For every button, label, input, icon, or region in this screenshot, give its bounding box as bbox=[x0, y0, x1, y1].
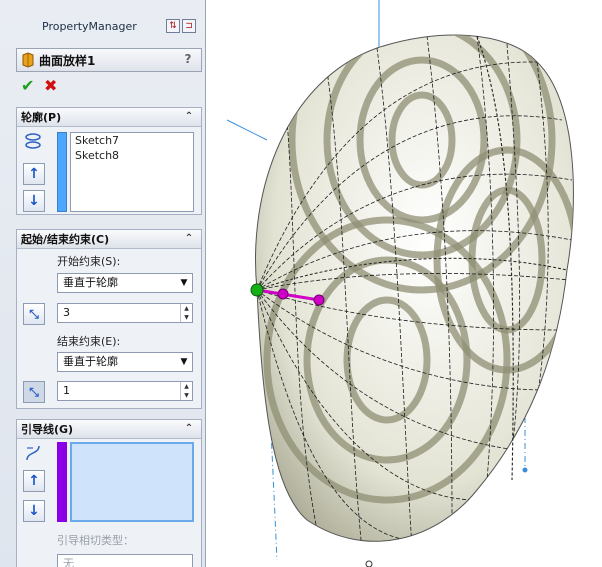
sketch-point bbox=[365, 560, 373, 567]
guide-curves-group: 引导线(G) ⌃ ↑ ↓ 引导相切类型： 无 bbox=[16, 419, 202, 567]
end-constraint-label: 结束约束(E): bbox=[57, 335, 121, 348]
start-constraint-select[interactable]: 垂直于轮廓 ▼ bbox=[57, 273, 193, 293]
property-manager-panel: PropertyManager ⇅ ⊐ 曲面放样1 ? ✔ ✖ 轮廓(P) ⌃ … bbox=[0, 0, 206, 567]
end-constraint-value: 垂直于轮廓 bbox=[63, 355, 118, 368]
dock-icon[interactable]: ⊐ bbox=[182, 19, 196, 33]
sketch-point bbox=[522, 467, 528, 473]
surface-loft-icon bbox=[22, 52, 34, 68]
axis-line bbox=[226, 119, 268, 141]
constraints-group: 起始/结束约束(C) ⌃ 开始约束(S): 垂直于轮廓 ▼ ⤡ 3 ▲ ▼ 结束约… bbox=[16, 229, 202, 409]
list-item[interactable]: Sketch8 bbox=[71, 148, 193, 163]
pin-icon[interactable]: ⇅ bbox=[166, 19, 180, 33]
guide-curve-icon bbox=[22, 444, 44, 466]
constraints-group-header[interactable]: 起始/结束约束(C) ⌃ bbox=[17, 230, 201, 249]
constraints-header-label: 起始/结束约束(C) bbox=[21, 233, 110, 246]
start-direction-button[interactable]: ⤡ bbox=[23, 303, 45, 325]
loft-surface-model bbox=[226, 0, 574, 567]
move-down-button[interactable]: ↓ bbox=[23, 500, 45, 522]
guide-curves-group-header[interactable]: 引导线(G) ⌃ bbox=[17, 420, 201, 439]
end-direction-button[interactable]: ⤡ bbox=[23, 381, 45, 403]
panel-header: PropertyManager ⇅ ⊐ bbox=[4, 14, 204, 40]
arrow-up-icon: ↑ bbox=[28, 473, 40, 489]
end-length-value: 1 bbox=[63, 384, 70, 397]
feature-name: 曲面放样1 bbox=[39, 53, 96, 68]
tangency-type-select[interactable]: 无 bbox=[57, 554, 193, 567]
profiles-header-label: 轮廓(P) bbox=[21, 111, 62, 124]
spinner-icon[interactable]: ▲ ▼ bbox=[180, 382, 192, 400]
move-down-button[interactable]: ↓ bbox=[23, 190, 45, 212]
collapse-icon[interactable]: ⌃ bbox=[183, 423, 195, 435]
move-up-button[interactable]: ↑ bbox=[23, 470, 45, 492]
guides-header-label: 引导线(G) bbox=[21, 423, 74, 436]
guide-curves-list[interactable] bbox=[70, 442, 194, 522]
feature-title-bar: 曲面放样1 ? bbox=[16, 48, 202, 72]
handle-mid-point[interactable] bbox=[277, 288, 289, 300]
profiles-list[interactable]: Sketch7 Sketch8 bbox=[70, 132, 194, 212]
collapse-icon[interactable]: ⌃ bbox=[183, 233, 195, 245]
chevron-down-icon: ▼ bbox=[180, 278, 188, 288]
panel-title: PropertyManager bbox=[42, 20, 137, 33]
handle-end-point[interactable] bbox=[313, 294, 325, 306]
x-icon: ✖ bbox=[44, 76, 58, 95]
profiles-group-header[interactable]: 轮廓(P) ⌃ bbox=[17, 108, 201, 127]
checkmark-icon: ✔ bbox=[21, 76, 35, 95]
start-constraint-label: 开始约束(S): bbox=[57, 255, 121, 268]
profile-color-swatch bbox=[57, 132, 67, 212]
arrow-down-icon: ↓ bbox=[28, 193, 40, 209]
guide-color-swatch bbox=[57, 442, 67, 522]
profile-icon bbox=[22, 132, 44, 154]
spinner-icon[interactable]: ▲ ▼ bbox=[180, 304, 192, 322]
end-length-input[interactable]: 1 ▲ ▼ bbox=[57, 381, 193, 401]
ok-button[interactable]: ✔ bbox=[21, 78, 37, 94]
tangency-type-label: 引导相切类型： bbox=[57, 534, 134, 547]
collapse-icon[interactable]: ⌃ bbox=[183, 111, 195, 123]
end-constraint-select[interactable]: 垂直于轮廓 ▼ bbox=[57, 352, 193, 372]
arrow-up-icon: ↑ bbox=[28, 166, 40, 182]
tangency-type-value: 无 bbox=[63, 557, 74, 567]
move-up-button[interactable]: ↑ bbox=[23, 163, 45, 185]
graphics-viewport[interactable] bbox=[207, 0, 602, 567]
cancel-button[interactable]: ✖ bbox=[44, 78, 60, 94]
arrow-diagonal-icon: ⤡ bbox=[29, 307, 39, 321]
start-length-input[interactable]: 3 ▲ ▼ bbox=[57, 303, 193, 323]
arrow-diagonal-icon: ⤡ bbox=[29, 385, 39, 399]
start-length-value: 3 bbox=[63, 306, 70, 319]
list-item[interactable]: Sketch7 bbox=[71, 133, 193, 148]
profiles-group: 轮廓(P) ⌃ ↑ ↓ Sketch7 Sketch8 bbox=[16, 107, 202, 215]
handle-start-point[interactable] bbox=[250, 283, 264, 297]
help-button[interactable]: ? bbox=[181, 52, 195, 68]
header-controls: ⇅ ⊐ bbox=[166, 19, 196, 33]
chevron-down-icon: ▼ bbox=[180, 357, 188, 367]
start-constraint-value: 垂直于轮廓 bbox=[63, 276, 118, 289]
arrow-down-icon: ↓ bbox=[28, 503, 40, 519]
